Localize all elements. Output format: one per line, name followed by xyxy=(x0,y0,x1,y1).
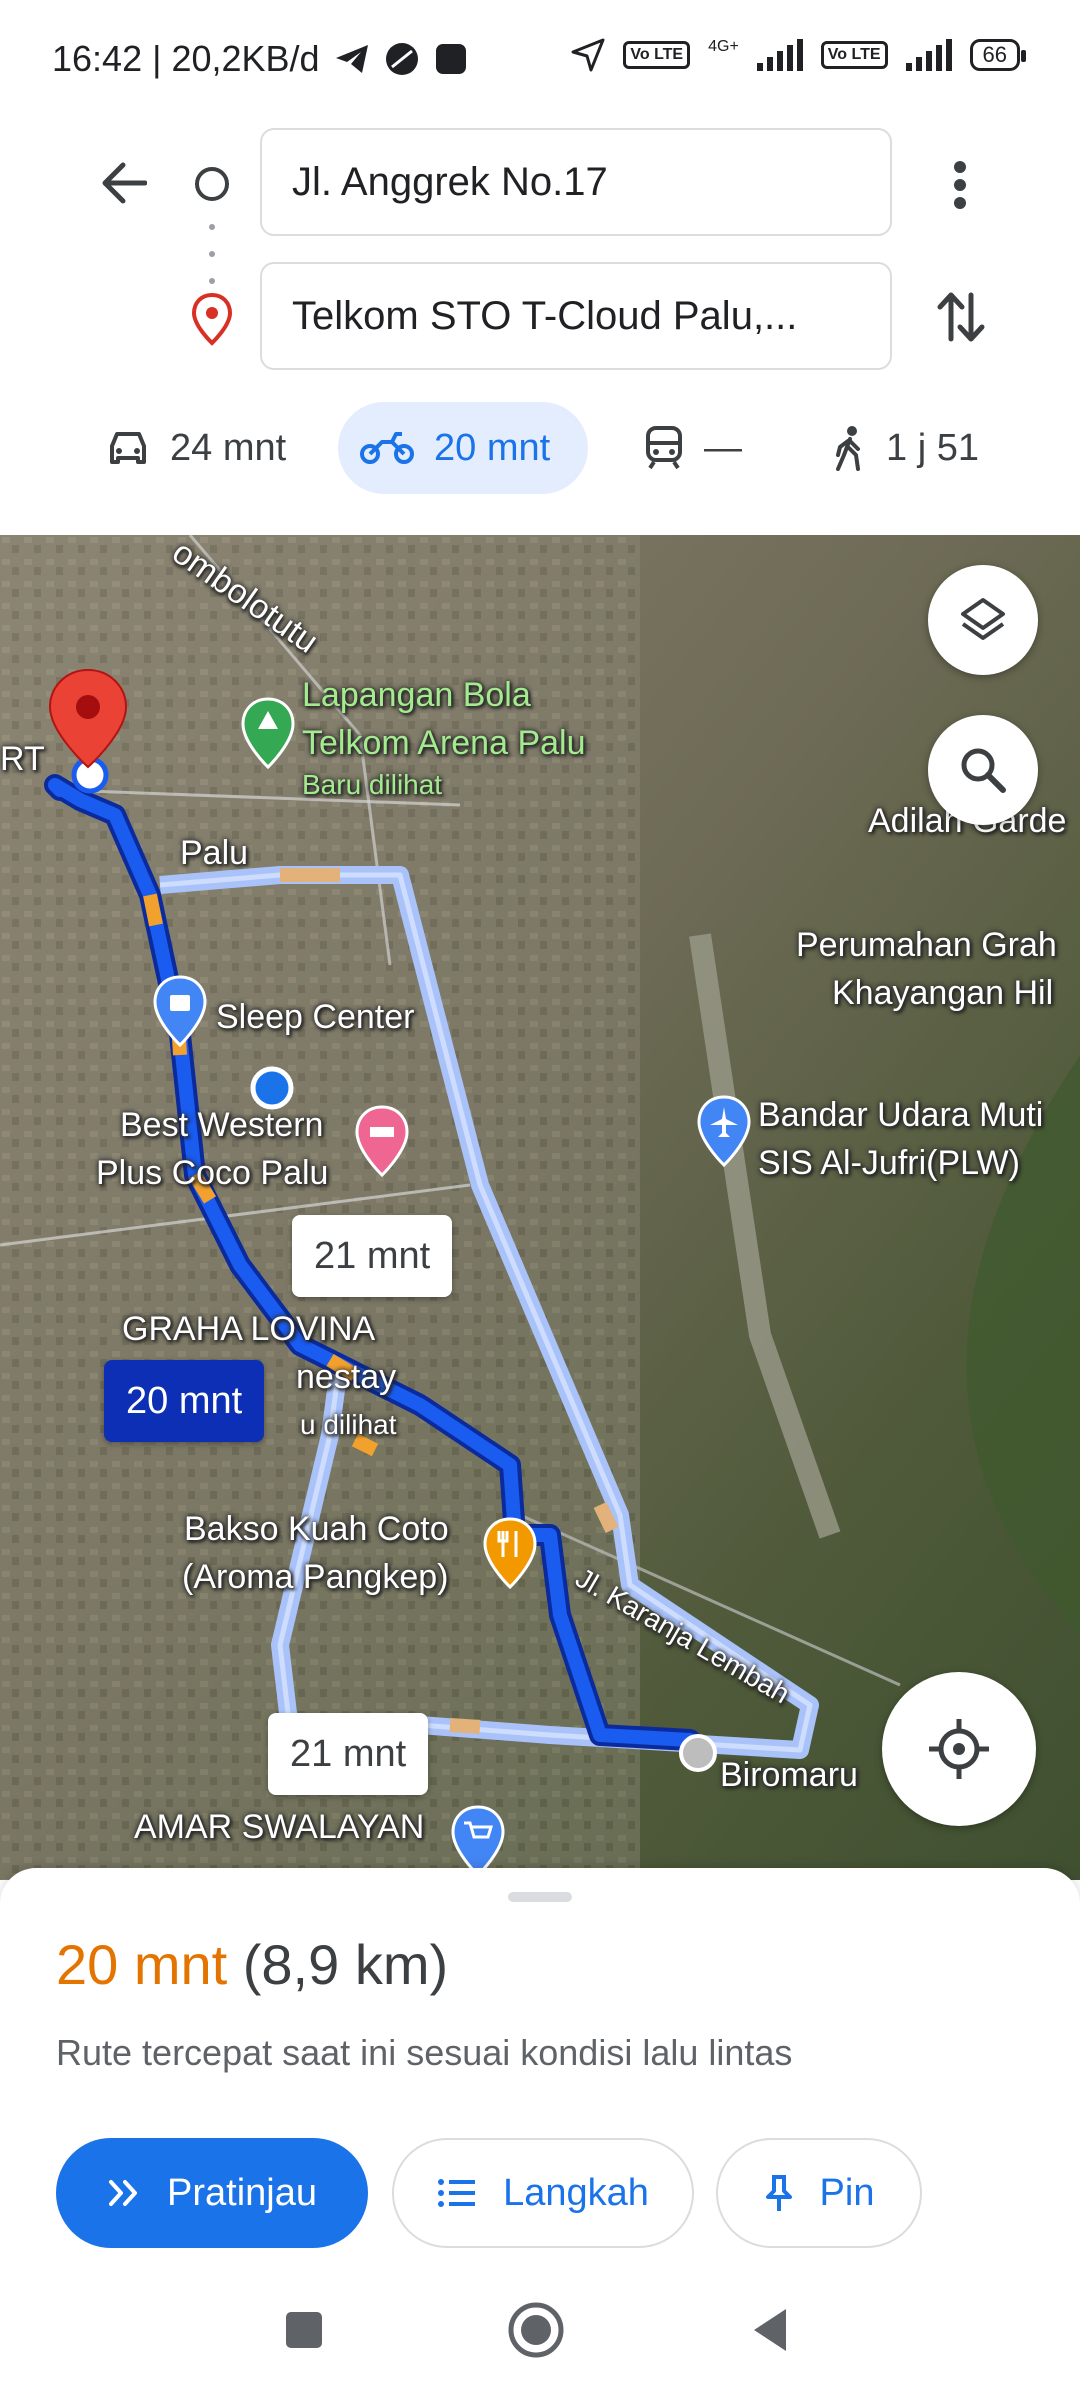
system-nav-bar xyxy=(0,2270,1080,2400)
map-label-bakso-2: (Aroma Pangkep) xyxy=(182,1558,449,1596)
location-arrow-icon xyxy=(571,38,605,72)
status-right: Vo LTE 4G+ Vo LTE 66 xyxy=(571,38,1027,72)
route-summary: 20 mnt (8,9 km) xyxy=(56,1932,448,1997)
pin-icon xyxy=(765,2175,792,2211)
route-description: Rute tercepat saat ini sesuai kondisi la… xyxy=(56,2032,793,2073)
restaurant-pin-icon[interactable] xyxy=(482,1517,538,1589)
tab-motorcycle[interactable]: 20 mnt xyxy=(338,402,588,494)
airport-pin-icon[interactable] xyxy=(696,1095,752,1167)
swap-vert-icon xyxy=(937,292,985,342)
tab-walking-label: 1 j 51 xyxy=(886,426,979,469)
status-bar: 16:42 | 20,2KB/d Vo LTE 4G+ Vo LTE 66 xyxy=(0,0,1080,120)
signal-bars-icon xyxy=(756,39,803,71)
eta-callout-alt-2[interactable]: 21 mnt xyxy=(268,1713,429,1795)
directions-header: Jl. Anggrek No.17 Telkom STO T-Cloud Pal… xyxy=(0,120,1080,535)
map-label-bandara-2: SIS Al-Jufri(PLW) xyxy=(758,1144,1020,1182)
map-label-perumahan-2: Khayangan Hil xyxy=(832,974,1054,1012)
status-time: 16:42 | 20,2KB/d xyxy=(52,38,320,79)
my-location-icon xyxy=(929,1719,989,1779)
map-label-bandara-1: Bandar Udara Muti xyxy=(758,1096,1044,1134)
tab-motorcycle-label: 20 mnt xyxy=(434,426,551,469)
my-location-button[interactable] xyxy=(882,1672,1036,1826)
steps-button[interactable]: Langkah xyxy=(392,2138,694,2248)
status-left: 16:42 | 20,2KB/d xyxy=(52,38,468,80)
more-vert-icon xyxy=(954,161,966,209)
tab-driving-label: 24 mnt xyxy=(170,426,287,469)
tab-walking[interactable]: 1 j 51 xyxy=(810,402,1001,494)
tab-driving[interactable]: 24 mnt xyxy=(84,402,308,494)
layers-button[interactable] xyxy=(928,565,1038,675)
map-label-rt: RT xyxy=(0,740,45,778)
preview-button[interactable]: Pratinjau xyxy=(56,2138,368,2248)
transit-icon xyxy=(646,426,682,470)
map-label-palu: Palu xyxy=(180,834,249,872)
preview-label: Pratinjau xyxy=(167,2171,317,2214)
more-options-button[interactable] xyxy=(930,150,990,220)
back-button[interactable] xyxy=(88,148,158,218)
notification-square-icon xyxy=(435,44,466,74)
map-label-best-western-2: Plus Coco Palu xyxy=(96,1154,329,1192)
back-nav-button[interactable] xyxy=(730,2290,810,2370)
map-label-perumahan-1: Perumahan Grah xyxy=(796,926,1057,964)
volte-badge: Vo LTE xyxy=(623,41,691,69)
volte-badge-2: Vo LTE xyxy=(820,41,888,69)
travel-mode-tabs: 24 mnt 20 mnt — 1 j 51 xyxy=(0,402,1080,494)
destination-pin-icon xyxy=(190,292,234,346)
swap-locations-button[interactable] xyxy=(926,282,996,352)
search-along-route-button[interactable] xyxy=(928,715,1038,825)
map-label-lapangan-1: Lapangan Bola xyxy=(302,676,531,714)
signal-bars-2-icon xyxy=(905,39,952,71)
map-label-best-western-1: Best Western xyxy=(120,1106,324,1144)
map-label-bakso-1: Bakso Kuah Coto xyxy=(184,1510,449,1548)
telegram-icon xyxy=(335,45,368,73)
arrow-back-icon xyxy=(102,162,147,204)
car-icon xyxy=(110,432,146,464)
battery-indicator: 66 xyxy=(969,39,1027,71)
eta-callout-main[interactable]: 20 mnt xyxy=(104,1360,265,1442)
motorcycle-icon xyxy=(360,432,414,464)
triangle-back-icon xyxy=(754,2309,786,2351)
app-notification-icon xyxy=(385,43,418,75)
home-button[interactable] xyxy=(496,2290,576,2370)
map-label-amar: AMAR SWALAYAN xyxy=(134,1808,425,1846)
map-label-sleep-center: Sleep Center xyxy=(216,998,415,1036)
grocery-pin-icon[interactable] xyxy=(450,1805,506,1877)
tab-transit-label: — xyxy=(704,426,742,469)
map-label-biromaru: Biromaru xyxy=(720,1756,858,1794)
map-label-baru-dilihat-2: u dilihat xyxy=(300,1409,397,1440)
park-pin-icon[interactable] xyxy=(240,697,296,769)
tab-transit[interactable]: — xyxy=(622,402,764,494)
list-icon xyxy=(438,2179,476,2207)
map-view[interactable]: ombolotutu Lapangan Bola Telkom Arena Pa… xyxy=(0,535,1080,1880)
circle-home-icon xyxy=(508,2302,564,2358)
route-connector xyxy=(209,224,215,284)
map-label-lapangan-2: Telkom Arena Palu xyxy=(302,724,586,762)
eta-callout-alt-1[interactable]: 21 mnt xyxy=(292,1215,453,1297)
sheet-drag-handle[interactable] xyxy=(508,1892,572,1902)
route-distance: (8,9 km) xyxy=(242,1933,449,1996)
origin-input[interactable]: Jl. Anggrek No.17 xyxy=(260,128,892,236)
double-chevron-right-icon xyxy=(109,2180,137,2206)
map-label-graha-lovina-1: GRAHA LOVINA xyxy=(122,1310,376,1348)
layers-icon xyxy=(961,598,1005,640)
pin-button[interactable]: Pin xyxy=(716,2138,922,2248)
walk-icon xyxy=(836,426,860,471)
map-label-baru-dilihat-1: Baru dilihat xyxy=(302,769,443,800)
steps-label: Langkah xyxy=(503,2171,649,2214)
network-type: 4G+ xyxy=(708,38,739,55)
pin-label: Pin xyxy=(819,2171,875,2214)
destination-input[interactable]: Telkom STO T-Cloud Palu,... xyxy=(260,262,892,370)
recents-button[interactable] xyxy=(264,2290,344,2370)
route-time: 20 mnt xyxy=(56,1933,228,1996)
hotel-pin-icon[interactable] xyxy=(354,1105,410,1177)
origin-circle-icon xyxy=(192,164,232,204)
search-icon xyxy=(961,748,1006,793)
shopping-pin-icon[interactable] xyxy=(152,975,208,1047)
square-icon xyxy=(286,2312,322,2348)
map-label-graha-lovina-2: nestay xyxy=(296,1358,397,1396)
